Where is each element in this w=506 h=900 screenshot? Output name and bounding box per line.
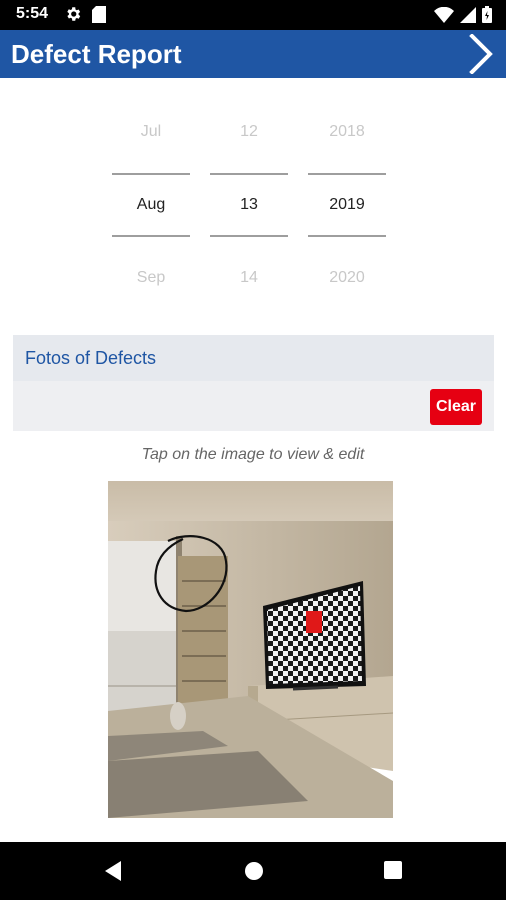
hint-text: Tap on the image to view & edit [141,446,365,463]
photos-toolbar: Clear [13,381,494,431]
wifi-icon [434,6,454,23]
sd-card-icon [92,6,106,23]
picker-divider [210,235,288,237]
day-current[interactable]: 13 [210,196,288,214]
navigation-bar [0,842,506,900]
picker-divider [112,173,190,175]
page-title: Defect Report [11,39,182,69]
month-prev[interactable]: Jul [112,123,190,141]
status-icons [434,6,492,23]
back-icon[interactable] [103,861,123,881]
day-next[interactable]: 14 [210,269,288,287]
year-prev[interactable]: 2018 [308,123,386,141]
status-bar: 5:54 [0,0,506,30]
year-next[interactable]: 2020 [308,269,386,287]
picker-divider [112,235,190,237]
recents-icon[interactable] [384,861,402,879]
status-time: 5:54 [16,5,49,22]
signal-icon [460,6,476,23]
section-title: Fotos of Defects [25,348,157,368]
clear-button[interactable]: Clear [430,389,482,425]
app-bar: Defect Report [0,30,506,78]
photos-section-header: Fotos of Defects [13,335,494,381]
home-icon[interactable] [244,861,264,881]
settings-icon [67,7,81,21]
year-current[interactable]: 2019 [308,196,386,214]
picker-divider [210,173,288,175]
month-next[interactable]: Sep [112,269,190,287]
defect-photo[interactable] [108,481,393,818]
date-picker[interactable]: Jul Aug Sep 12 13 14 2018 2019 2020 [0,96,506,316]
battery-icon [482,6,492,23]
picker-divider [308,235,386,237]
day-prev[interactable]: 12 [210,123,288,141]
month-current[interactable]: Aug [112,196,190,214]
chevron-right-icon[interactable] [464,34,500,74]
picker-divider [308,173,386,175]
